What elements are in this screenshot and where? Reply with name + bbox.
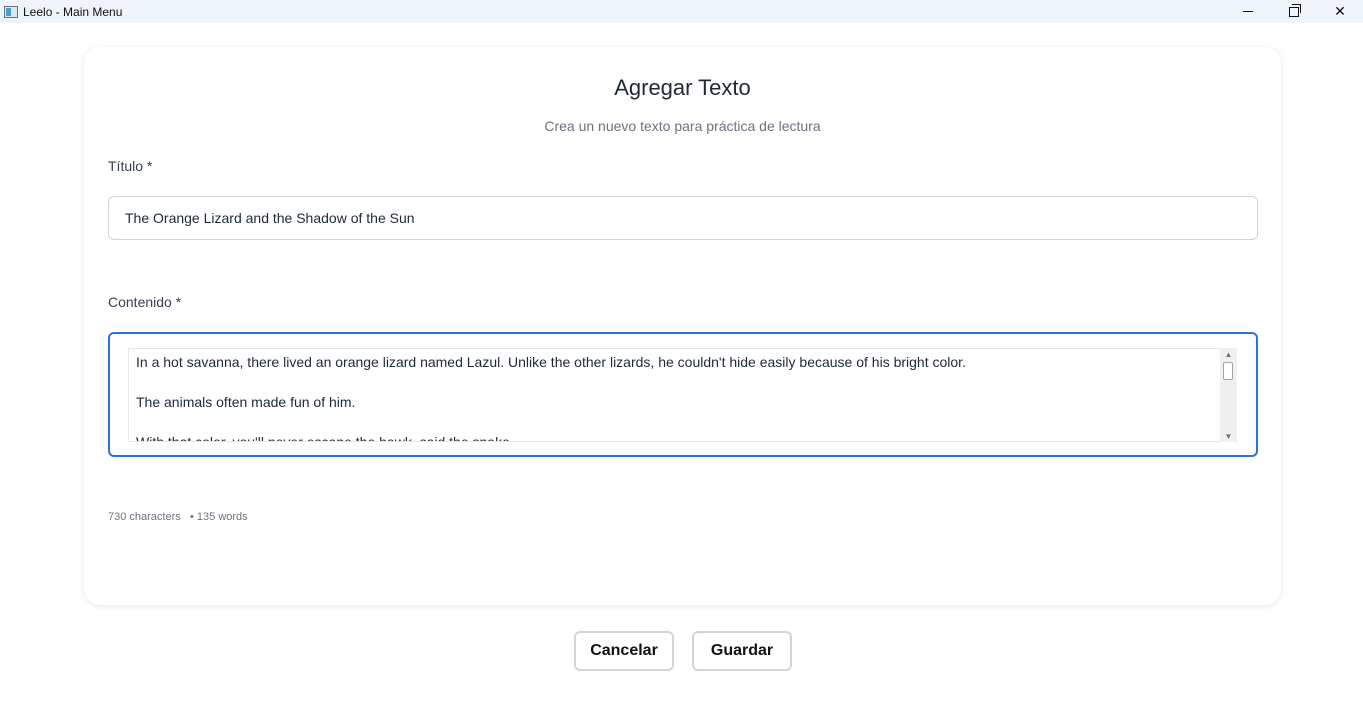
minimize-button[interactable] — [1225, 0, 1271, 23]
save-button[interactable]: Guardar — [692, 631, 792, 671]
window-titlebar: Leelo - Main Menu ✕ — [0, 0, 1363, 23]
page-title: Agregar Texto — [614, 75, 751, 100]
minimize-icon — [1243, 11, 1253, 12]
title-input-value: The Orange Lizard and the Shadow of the … — [125, 210, 415, 226]
app-window-icon — [4, 5, 18, 18]
window-title: Leelo - Main Menu — [23, 4, 123, 19]
cancel-button[interactable]: Cancelar — [574, 631, 674, 671]
content-line: The animals often made fun of him. — [136, 394, 356, 410]
title-label: Título * — [108, 158, 153, 174]
scrollbar-thumb[interactable] — [1223, 362, 1233, 380]
chevron-down-icon[interactable]: ▼ — [1220, 430, 1237, 442]
window-controls: ✕ — [1225, 0, 1363, 23]
content-text-area[interactable]: In a hot savanna, there lived an orange … — [128, 348, 1220, 442]
page-subtitle: Crea un nuevo texto para práctica de lec… — [544, 118, 821, 134]
content-line: In a hot savanna, there lived an orange … — [136, 354, 966, 370]
close-icon: ✕ — [1334, 3, 1346, 19]
content-textarea[interactable]: In a hot savanna, there lived an orange … — [108, 332, 1258, 457]
chevron-up-icon[interactable]: ▲ — [1220, 348, 1237, 360]
content-scrollbar[interactable]: ▲ ▼ — [1220, 348, 1237, 442]
character-count: 730 characters — [108, 511, 181, 523]
content-label: Contenido * — [108, 294, 182, 310]
word-count: • 135 words — [190, 511, 248, 523]
maximize-button[interactable] — [1271, 0, 1317, 23]
add-text-card: Agregar Texto Crea un nuevo texto para p… — [84, 47, 1281, 605]
close-button[interactable]: ✕ — [1317, 0, 1363, 23]
restore-icon — [1289, 3, 1301, 17]
title-input[interactable]: The Orange Lizard and the Shadow of the … — [108, 196, 1258, 240]
content-line: With that color, you'll never escape the… — [136, 434, 514, 442]
